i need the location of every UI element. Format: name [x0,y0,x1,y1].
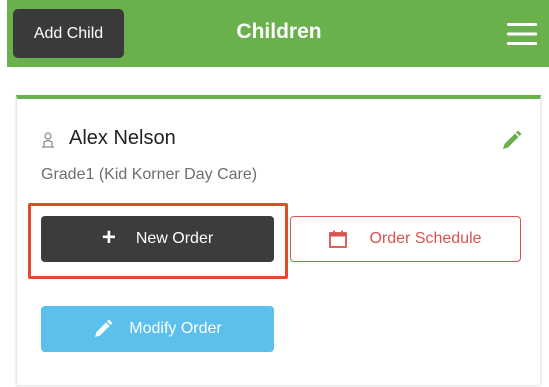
plus-icon: + [101,223,116,251]
hamburger-menu-icon[interactable] [507,22,537,46]
order-schedule-button[interactable]: Order Schedule [290,216,521,262]
child-name: Alex Nelson [69,127,176,149]
child-school: Grade1 (Kid Korner Day Care) [41,166,258,183]
new-order-button[interactable]: + New Order [41,216,274,262]
pencil-icon [95,319,113,337]
app-header: Add Child Children [7,0,549,67]
child-header: Alex Nelson [41,127,176,150]
new-order-label: New Order [135,230,214,247]
child-card: Alex Nelson Grade1 (Kid Korner Day Care)… [16,95,541,385]
modify-order-label: Modify Order [129,320,222,337]
person-icon [42,131,54,148]
order-schedule-label: Order Schedule [369,230,482,247]
modify-order-button[interactable]: Modify Order [41,306,274,352]
pencil-edit-icon[interactable] [500,130,522,152]
calendar-icon [329,230,348,248]
page-title: Children [236,20,322,43]
